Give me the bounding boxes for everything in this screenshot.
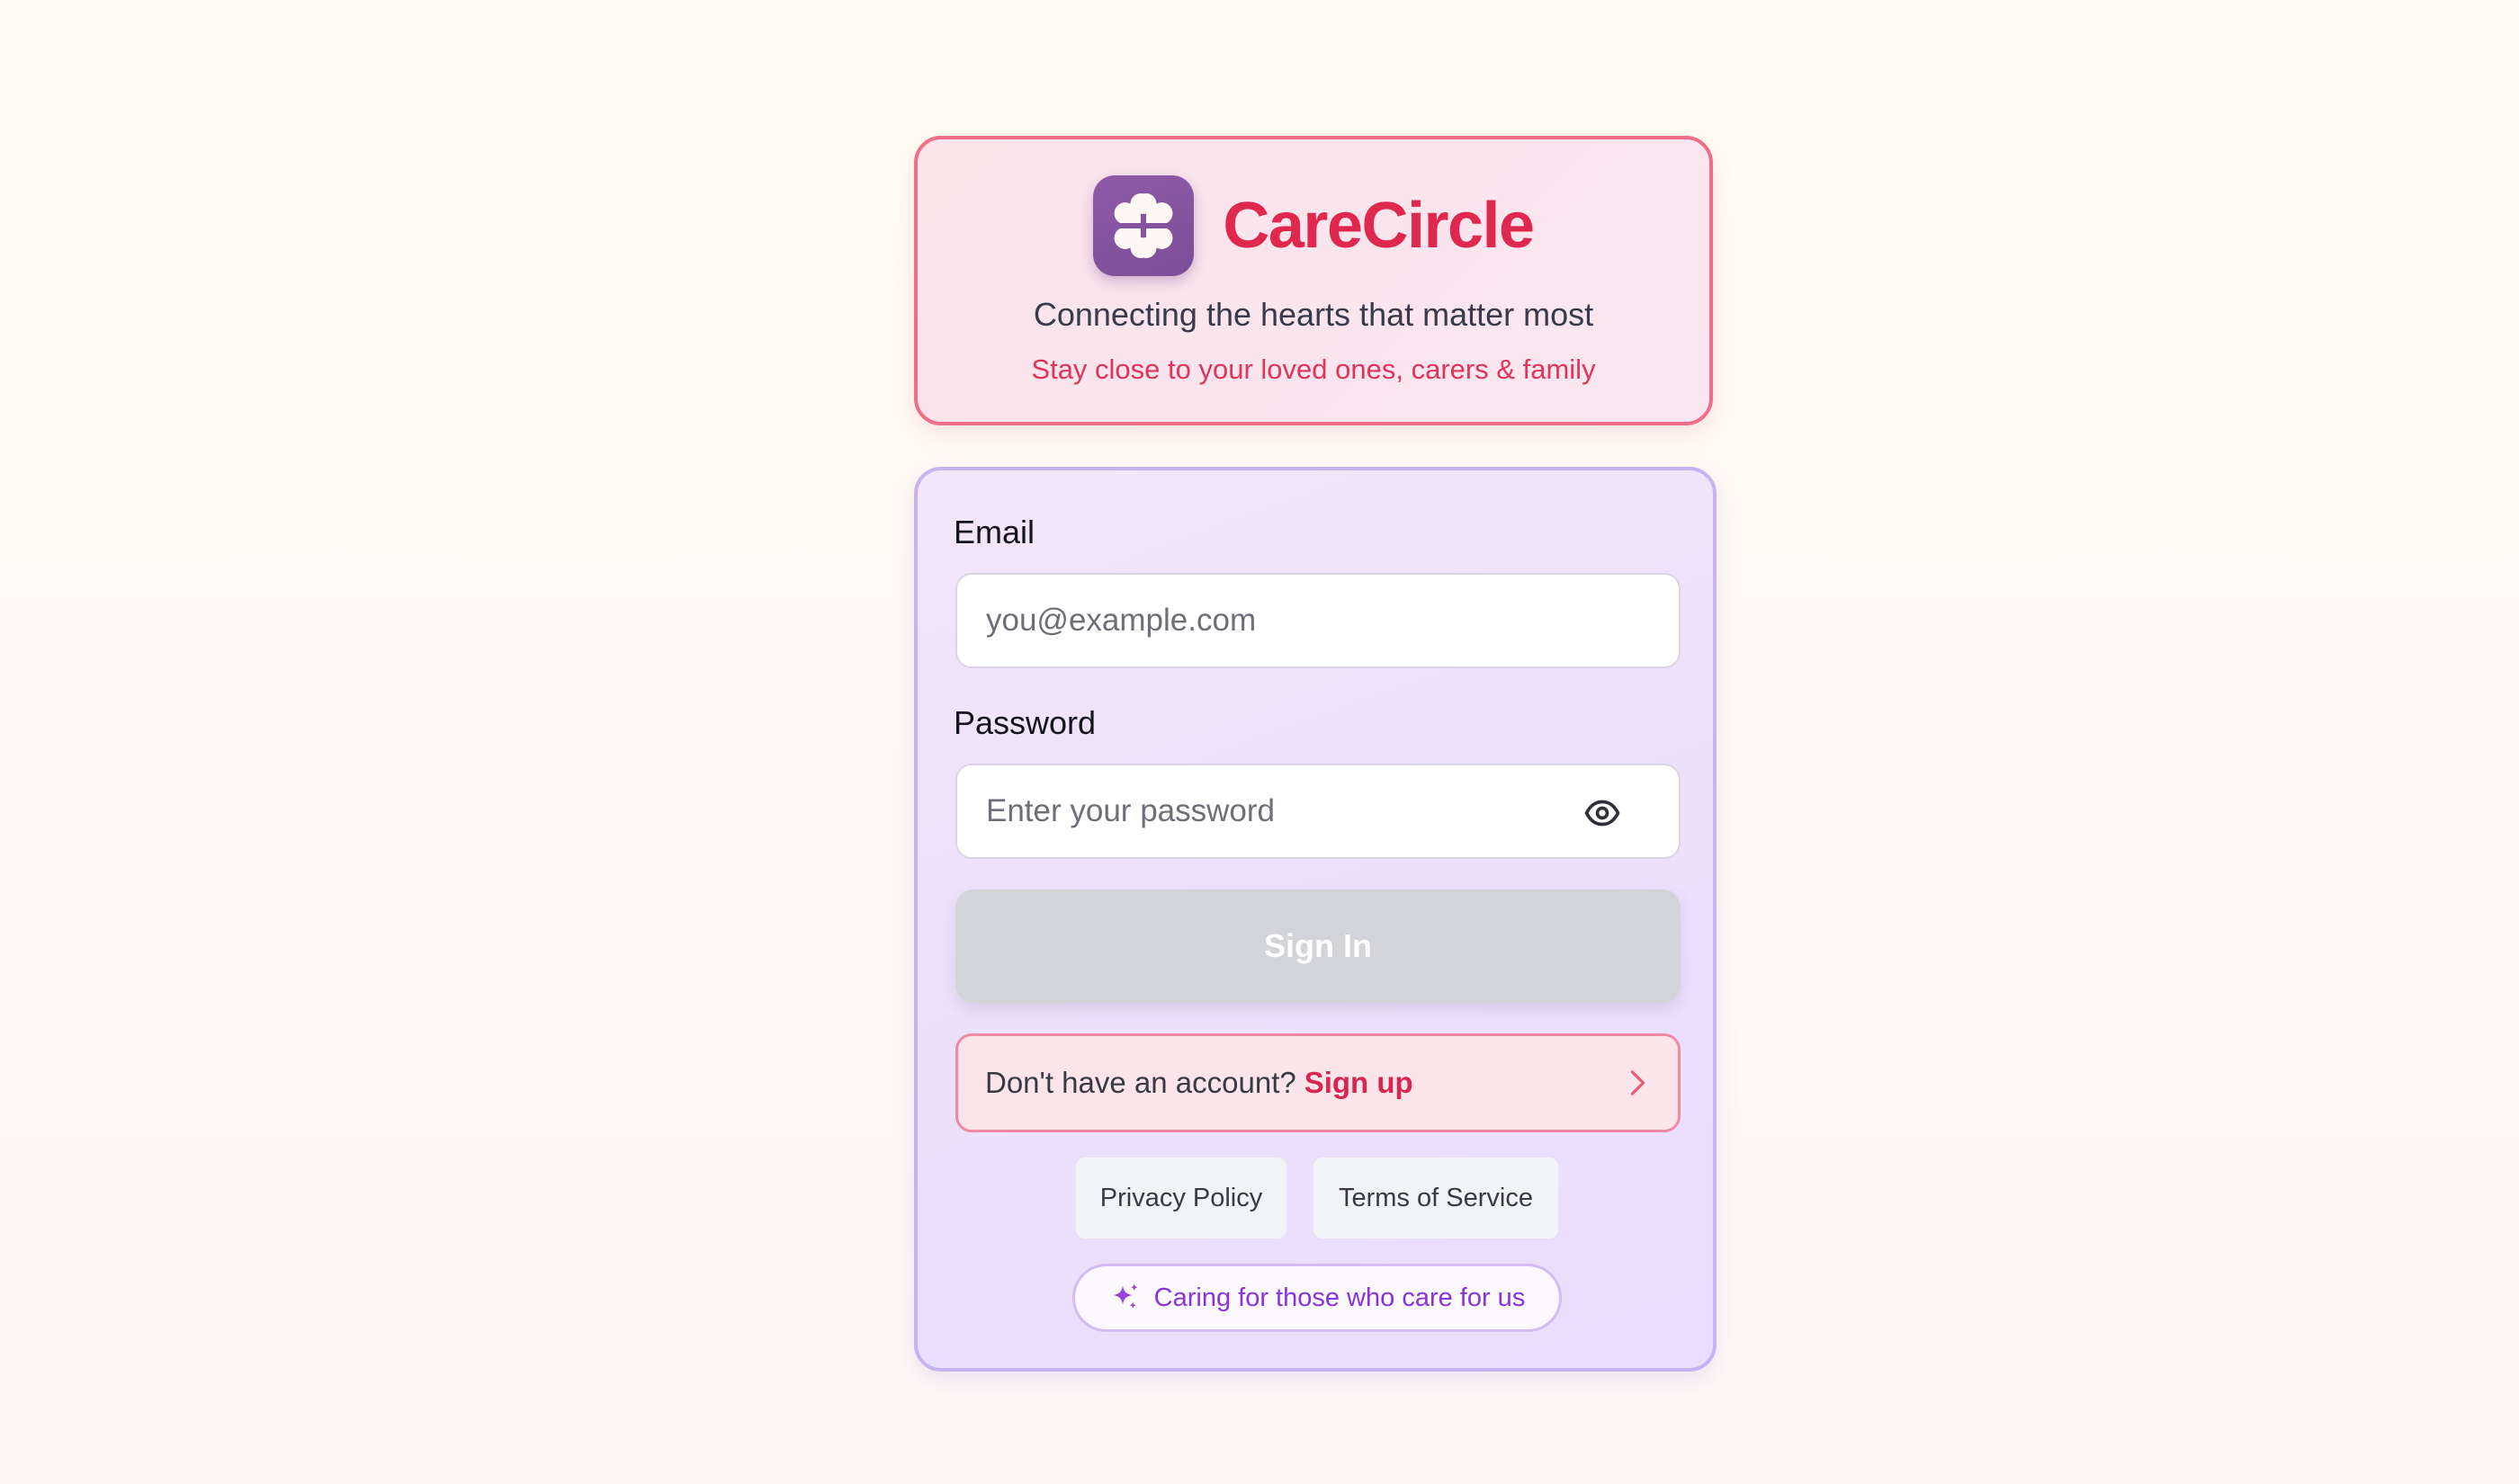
email-input[interactable]: [955, 573, 1681, 668]
terms-of-service-link[interactable]: Terms of Service: [1313, 1158, 1558, 1238]
care-badge: Caring for those who care for us: [1072, 1264, 1562, 1332]
sign-up-row[interactable]: Don't have an account? Sign up: [955, 1033, 1681, 1132]
app-logo: [1093, 175, 1195, 276]
brand-name: CareCircle: [1223, 190, 1535, 262]
brand-row: CareCircle: [918, 175, 1709, 276]
password-label: Password: [954, 704, 1097, 741]
sign-up-prompt: Don't have an account?: [985, 1066, 1296, 1099]
sign-in-button[interactable]: Sign In: [955, 890, 1681, 1003]
sign-in-form-card: Email Password Sign In Don't have an acc…: [914, 467, 1717, 1372]
brand-subtagline: Stay close to your loved ones, carers & …: [1031, 353, 1596, 385]
eye-icon: [1584, 800, 1620, 827]
brand-header-card: CareCircle Connecting the hearts that ma…: [914, 136, 1713, 425]
sign-up-link[interactable]: Sign up: [1304, 1066, 1413, 1100]
show-password-button[interactable]: [1576, 787, 1628, 839]
four-heart-clover-icon: [1114, 193, 1173, 258]
care-badge-text: Caring for those who care for us: [1153, 1283, 1526, 1312]
privacy-policy-link[interactable]: Privacy Policy: [1076, 1158, 1286, 1238]
chevron-right-icon: [1630, 1070, 1645, 1095]
email-label: Email: [954, 514, 1035, 550]
sparkle-icon: [1113, 1283, 1138, 1309]
password-input[interactable]: [955, 764, 1681, 859]
brand-tagline: Connecting the hearts that matter most: [1033, 296, 1594, 333]
